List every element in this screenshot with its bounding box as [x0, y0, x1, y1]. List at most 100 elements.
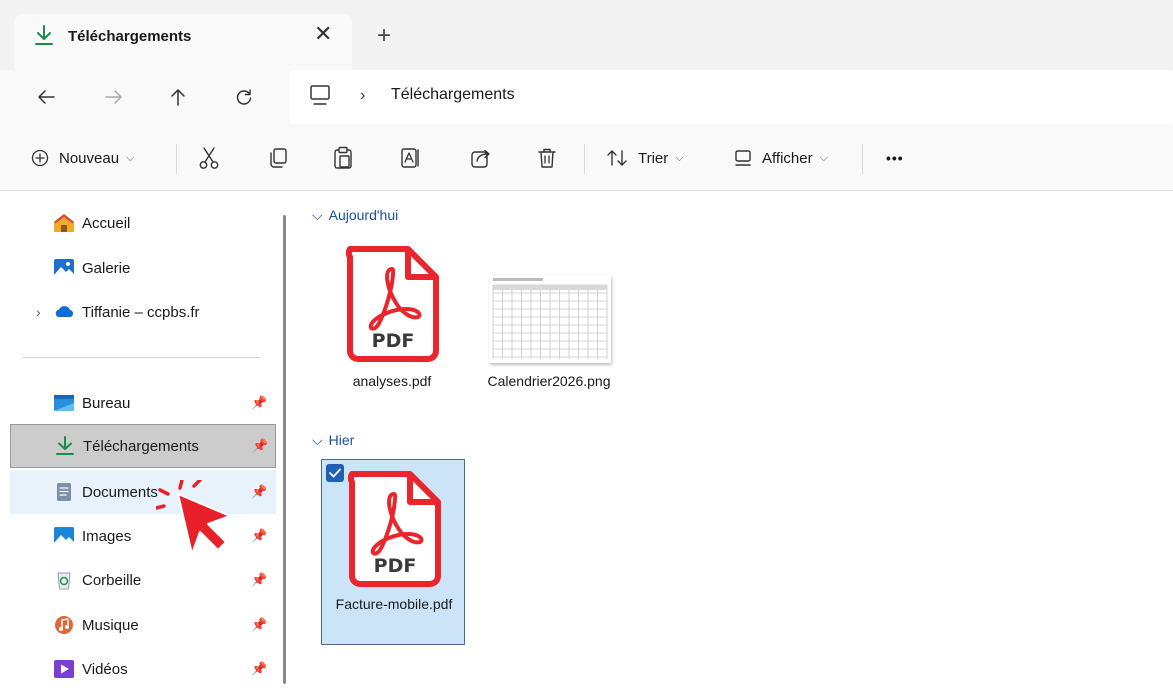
copy-icon: [270, 148, 287, 168]
download-icon: [56, 436, 74, 455]
file-list: ⌵ Aujourd'hui PDF analyses.pdf Calendrier…: [290, 191, 1173, 684]
rename-button[interactable]: [400, 142, 422, 174]
recycle-bin-icon: [57, 572, 71, 590]
pictures-icon: [54, 527, 74, 545]
sidebar-item-galerie[interactable]: Galerie: [10, 246, 276, 290]
plus-circle-icon: [31, 149, 49, 167]
pin-icon[interactable]: 📌: [251, 572, 267, 588]
pin-icon[interactable]: 📌: [252, 438, 268, 454]
share-button[interactable]: [470, 142, 492, 174]
pdf-file-icon: PDF: [345, 246, 439, 362]
sidebar-item-label: Tiffanie – ccpbs.fr: [82, 303, 200, 321]
view-icon: [735, 150, 751, 166]
tab-telechargements[interactable]: Téléchargements ✕: [14, 14, 352, 70]
onedrive-icon: [55, 306, 74, 317]
sidebar-item-accueil[interactable]: Accueil: [10, 201, 276, 245]
arrow-right-icon: [105, 90, 122, 104]
group-header-yesterday[interactable]: ⌵ Hier: [312, 432, 354, 449]
file-name-text: Calendrier2026.png: [487, 373, 611, 389]
sidebar-item-label: Corbeille: [82, 571, 142, 589]
sidebar-item-label: Musique: [82, 616, 139, 634]
navigation-pane: Accueil Galerie › Tiffanie – ccpbs.fr Bu…: [0, 191, 280, 684]
download-icon: [35, 25, 53, 45]
chevron-down-icon: ⌵: [312, 207, 323, 223]
more-options-button[interactable]: •••: [886, 142, 904, 174]
pin-icon[interactable]: 📌: [251, 661, 267, 677]
forward-button[interactable]: [96, 79, 132, 115]
view-button[interactable]: Afficher ⌵: [734, 142, 828, 174]
new-button[interactable]: Nouveau ⌵: [31, 142, 134, 174]
sidebar-item-corbeille[interactable]: Corbeille 📌: [10, 558, 276, 602]
music-icon: [55, 616, 73, 634]
toolbar-divider: [176, 144, 177, 174]
file-item-selected[interactable]: PDF Facture-mobile.pdf: [321, 459, 465, 645]
sort-icon: [607, 150, 627, 166]
expand-chevron-icon[interactable]: ›: [36, 304, 41, 320]
sidebar-item-label: Images: [82, 527, 132, 545]
sidebar-item-label: Documents: [82, 483, 158, 501]
tab-label: Téléchargements: [68, 28, 192, 45]
chevron-down-icon: ⌵: [819, 151, 828, 164]
refresh-icon: [236, 89, 252, 105]
file-name: analyses.pdf: [352, 373, 432, 389]
address-bar[interactable]: › Téléchargements: [290, 70, 1173, 124]
documents-icon: [57, 483, 71, 501]
file-item[interactable]: Calendrier2026.png: [477, 237, 621, 423]
new-tab-button[interactable]: +: [377, 24, 391, 48]
group-header-label: Aujourd'hui: [328, 207, 399, 223]
refresh-button[interactable]: [226, 79, 262, 115]
pointer-cursor-icon: [156, 480, 231, 555]
more-icon: •••: [886, 150, 904, 166]
pin-icon[interactable]: 📌: [251, 528, 267, 544]
sidebar-item-label: Galerie: [82, 259, 131, 277]
file-name: Facture-mobile.pdf: [335, 596, 453, 612]
clipboard-icon: [334, 146, 352, 169]
sort-button[interactable]: Trier ⌵: [606, 142, 684, 174]
gallery-icon: [54, 259, 74, 277]
sidebar-item-onedrive[interactable]: › Tiffanie – ccpbs.fr: [10, 290, 276, 334]
back-button[interactable]: [28, 79, 64, 115]
image-thumbnail: [489, 275, 611, 363]
delete-button[interactable]: [537, 142, 557, 174]
sidebar-item-documents[interactable]: Documents 📌: [10, 470, 276, 514]
chevron-down-icon: ⌵: [126, 151, 135, 164]
chevron-down-icon: ⌵: [675, 151, 684, 164]
rename-icon: [401, 148, 419, 168]
close-tab-icon[interactable]: ✕: [314, 23, 332, 45]
computer-icon: [310, 85, 330, 105]
pdf-badge: PDF: [372, 330, 415, 352]
sidebar-item-videos[interactable]: Vidéos 📌: [10, 647, 276, 691]
pin-icon[interactable]: 📌: [251, 395, 267, 411]
tab-strip: Téléchargements ✕ +: [0, 0, 1173, 70]
up-button[interactable]: [160, 79, 196, 115]
breadcrumb-separator[interactable]: ›: [360, 87, 365, 105]
scissors-icon: [199, 147, 219, 169]
copy-button[interactable]: [268, 142, 288, 174]
view-button-label: Afficher: [762, 149, 813, 167]
sidebar-item-telechargements[interactable]: Téléchargements 📌: [10, 424, 276, 468]
sidebar-item-images[interactable]: Images 📌: [10, 514, 276, 558]
pin-icon[interactable]: 📌: [251, 484, 267, 500]
sidebar-item-label: Bureau: [82, 394, 131, 412]
sidebar-divider: [22, 357, 260, 358]
arrow-up-icon: [171, 89, 185, 106]
sidebar-item-label: Accueil: [82, 214, 131, 232]
sidebar-item-bureau[interactable]: Bureau 📌: [10, 381, 276, 425]
file-item[interactable]: PDF analyses.pdf: [320, 237, 464, 423]
calendar-preview: [492, 278, 608, 359]
paste-button[interactable]: [333, 142, 353, 174]
sort-button-label: Trier: [638, 149, 669, 167]
sidebar-item-label: Vidéos: [82, 660, 128, 678]
breadcrumb-telechargements[interactable]: Téléchargements: [391, 86, 515, 104]
sidebar-scrollbar[interactable]: [283, 215, 286, 684]
pin-icon[interactable]: 📌: [251, 617, 267, 633]
toolbar-divider: [862, 144, 863, 174]
trash-icon: [538, 148, 556, 168]
sidebar-item-musique[interactable]: Musique 📌: [10, 603, 276, 647]
chevron-down-icon: ⌵: [312, 432, 323, 448]
group-header-today[interactable]: ⌵ Aujourd'hui: [312, 207, 398, 224]
sidebar-item-label: Téléchargements: [83, 437, 199, 455]
cut-button[interactable]: [198, 142, 220, 174]
share-icon: [471, 149, 490, 168]
pdf-badge: PDF: [374, 555, 417, 577]
